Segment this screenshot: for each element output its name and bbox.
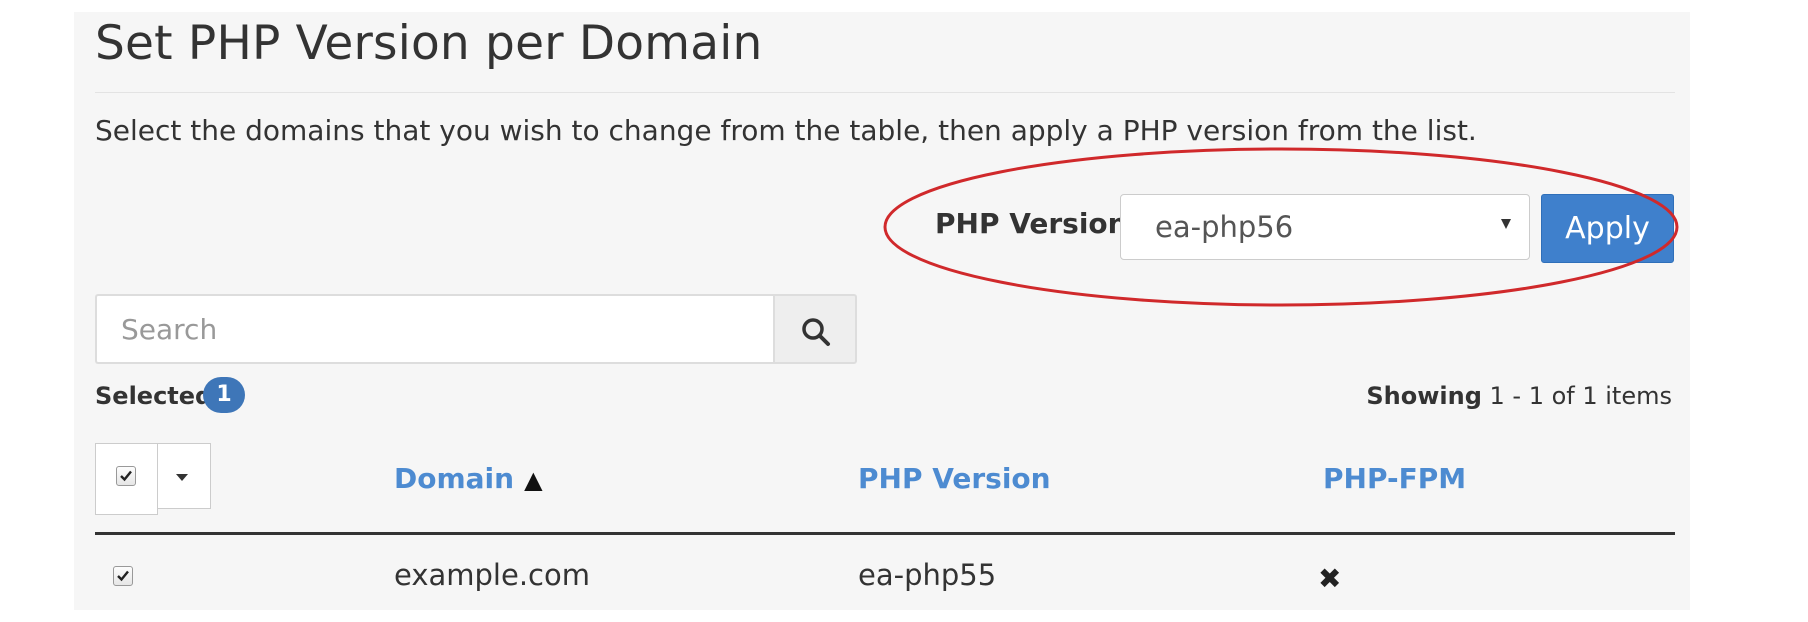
column-header-php-fpm[interactable]: PHP-FPM [1323, 462, 1466, 495]
cell-php-fpm: ✖ [1318, 562, 1342, 595]
search-icon [802, 318, 830, 346]
page-title: Set PHP Version per Domain [95, 16, 763, 71]
php-version-selected-value: ea-php56 [1155, 210, 1294, 244]
cell-domain: example.com [394, 558, 590, 592]
checkmark-icon [120, 470, 132, 482]
php-version-label: PHP Version [935, 207, 1128, 240]
search-button[interactable] [773, 294, 857, 364]
column-header-domain-label: Domain [394, 462, 515, 495]
caret-down-icon [1501, 219, 1511, 229]
select-all-cell[interactable] [95, 443, 158, 515]
page-description: Select the domains that you wish to chan… [95, 114, 1477, 147]
pagination-prefix: Showing [1366, 382, 1482, 410]
pagination-range: 1 - 1 of 1 items [1489, 382, 1672, 410]
title-divider [95, 92, 1675, 93]
checkmark-icon [117, 570, 129, 582]
row-checkbox[interactable] [113, 566, 133, 586]
column-header-domain[interactable]: Domain ▲ [394, 462, 543, 495]
apply-button[interactable]: Apply [1541, 194, 1674, 263]
selected-label: Selected [95, 382, 213, 410]
search-field[interactable] [95, 294, 773, 364]
column-header-php-version[interactable]: PHP Version [858, 462, 1051, 495]
sort-ascending-icon: ▲ [524, 466, 543, 494]
select-all-checkbox[interactable] [116, 466, 136, 486]
cell-php-version: ea-php55 [858, 558, 997, 592]
bulk-select-dropdown[interactable] [95, 443, 211, 515]
search-input[interactable] [97, 296, 773, 362]
selected-count-badge: 1 [203, 377, 245, 413]
bulk-actions-caret-icon[interactable] [176, 474, 188, 481]
pagination-summary: Showing 1 - 1 of 1 items [1366, 382, 1672, 410]
php-version-select[interactable]: ea-php56 [1120, 194, 1530, 260]
table-header-divider [95, 532, 1675, 535]
